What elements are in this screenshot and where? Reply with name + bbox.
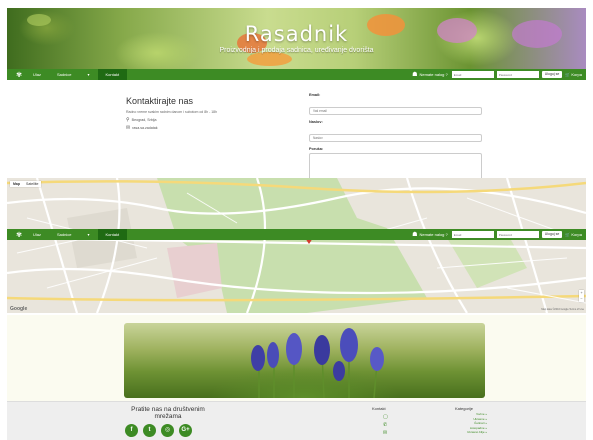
google-logo: Google: [10, 306, 28, 312]
register-link[interactable]: ☗ Nemate nalog ?: [412, 231, 448, 238]
map-type-control: Map Satellite: [10, 181, 42, 187]
nav-item-ulaz[interactable]: Ulaz: [25, 69, 49, 80]
footer-categories-list: Voćne » Ukrasne » Četinari » Listopadne …: [467, 412, 487, 435]
envelope-icon: ✉: [126, 125, 131, 131]
map-marker-icon: ⚲: [126, 117, 130, 123]
follow-title: Pratite nas na društvenim mrežama: [131, 406, 205, 420]
password-input[interactable]: [496, 231, 539, 238]
main-navbar: ✾ Ulaz Sadnice ▾ Kontakt ☗ Nemate nalog ?…: [7, 69, 586, 80]
login-button[interactable]: Uloguj se: [541, 71, 563, 78]
user-icon: ☗: [412, 72, 418, 78]
nav-item-kontakt[interactable]: Kontakt: [97, 69, 128, 80]
register-link[interactable]: ☗ Nemate nalog ?: [412, 71, 448, 78]
map-zoom-control: + −: [579, 290, 584, 302]
login-button[interactable]: Uloguj se: [541, 231, 563, 238]
zoom-out-button[interactable]: −: [579, 296, 584, 302]
contact-info: Kontaktirajte nas Radno vreme svakim rad…: [126, 96, 286, 133]
twitter-icon[interactable]: t: [143, 424, 156, 437]
envelope-icon[interactable]: ✉: [383, 430, 388, 436]
working-hours: Radno vreme svakim radnim danom i suboto…: [126, 110, 218, 114]
social-links: f t ◎ G+: [125, 424, 192, 437]
footer-categories-heading: Kategorije: [455, 406, 474, 411]
cart-button[interactable]: 🛒 Korpa: [565, 72, 582, 77]
google-plus-icon[interactable]: G+: [179, 424, 192, 437]
map-type-map[interactable]: Map: [10, 181, 23, 187]
crocus-image: [124, 323, 485, 398]
page-footer: [7, 401, 586, 440]
address-line: ⚲ Beograd, Srbija: [126, 117, 157, 123]
email-input[interactable]: [451, 231, 494, 238]
phone-icon[interactable]: ✆: [383, 422, 388, 428]
cart-button[interactable]: 🛒 Korpa: [565, 232, 582, 237]
message-label: Poruka:: [309, 147, 324, 151]
nav-dropdown-toggle[interactable]: ▾: [79, 229, 97, 240]
nav-item-sadnice[interactable]: Sadnice: [49, 229, 79, 240]
nav-item-sadnice[interactable]: Sadnice: [49, 69, 79, 80]
user-icon: ☗: [412, 232, 418, 238]
nav-item-ulaz[interactable]: Ulaz: [25, 229, 49, 240]
contact-email-input[interactable]: [309, 107, 482, 115]
cart-icon: 🛒: [565, 72, 571, 77]
logo-icon[interactable]: ✾: [13, 229, 25, 240]
nav-dropdown-toggle[interactable]: ▾: [79, 69, 97, 80]
footer-contact-heading: Kontakt: [372, 406, 386, 411]
site-title: Rasadnik: [244, 22, 349, 46]
hero-banner: Rasadnik Proizvodnja i prodaja sadnica, …: [7, 8, 586, 69]
logo-icon[interactable]: ✾: [13, 69, 25, 80]
footer-contact-icons: ▢ ✆ ✉: [383, 414, 388, 436]
map-icon[interactable]: ▢: [383, 414, 388, 420]
crocus-illustration: [251, 328, 384, 398]
google-map[interactable]: [7, 178, 586, 313]
contact-heading: Kontaktirajte nas: [126, 96, 194, 106]
password-input[interactable]: [496, 71, 539, 78]
map-attribution[interactable]: Map data ©2016 Google Terms of Use: [541, 308, 584, 311]
map-canvas: [7, 178, 586, 313]
email-input[interactable]: [451, 71, 494, 78]
map-type-satellite[interactable]: Satellite: [23, 181, 41, 187]
sticky-navbar: ✾ Ulaz Sadnice ▾ Kontakt ☗ Nemate nalog ?…: [7, 229, 586, 240]
site-subtitle: Proizvodnja i prodaja sadnica, uređivanj…: [219, 47, 374, 54]
category-link[interactable]: Ukrasno bilje »: [467, 430, 487, 435]
instagram-icon[interactable]: ◎: [161, 424, 174, 437]
cart-icon: 🛒: [565, 232, 571, 237]
subject-label: Naslov:: [309, 120, 323, 124]
email-line: ✉ rasa.sa.zadatak: [126, 125, 158, 131]
subject-input[interactable]: [309, 134, 482, 142]
nav-item-kontakt[interactable]: Kontakt: [97, 229, 128, 240]
email-label: Email:: [309, 93, 321, 97]
facebook-icon[interactable]: f: [125, 424, 138, 437]
